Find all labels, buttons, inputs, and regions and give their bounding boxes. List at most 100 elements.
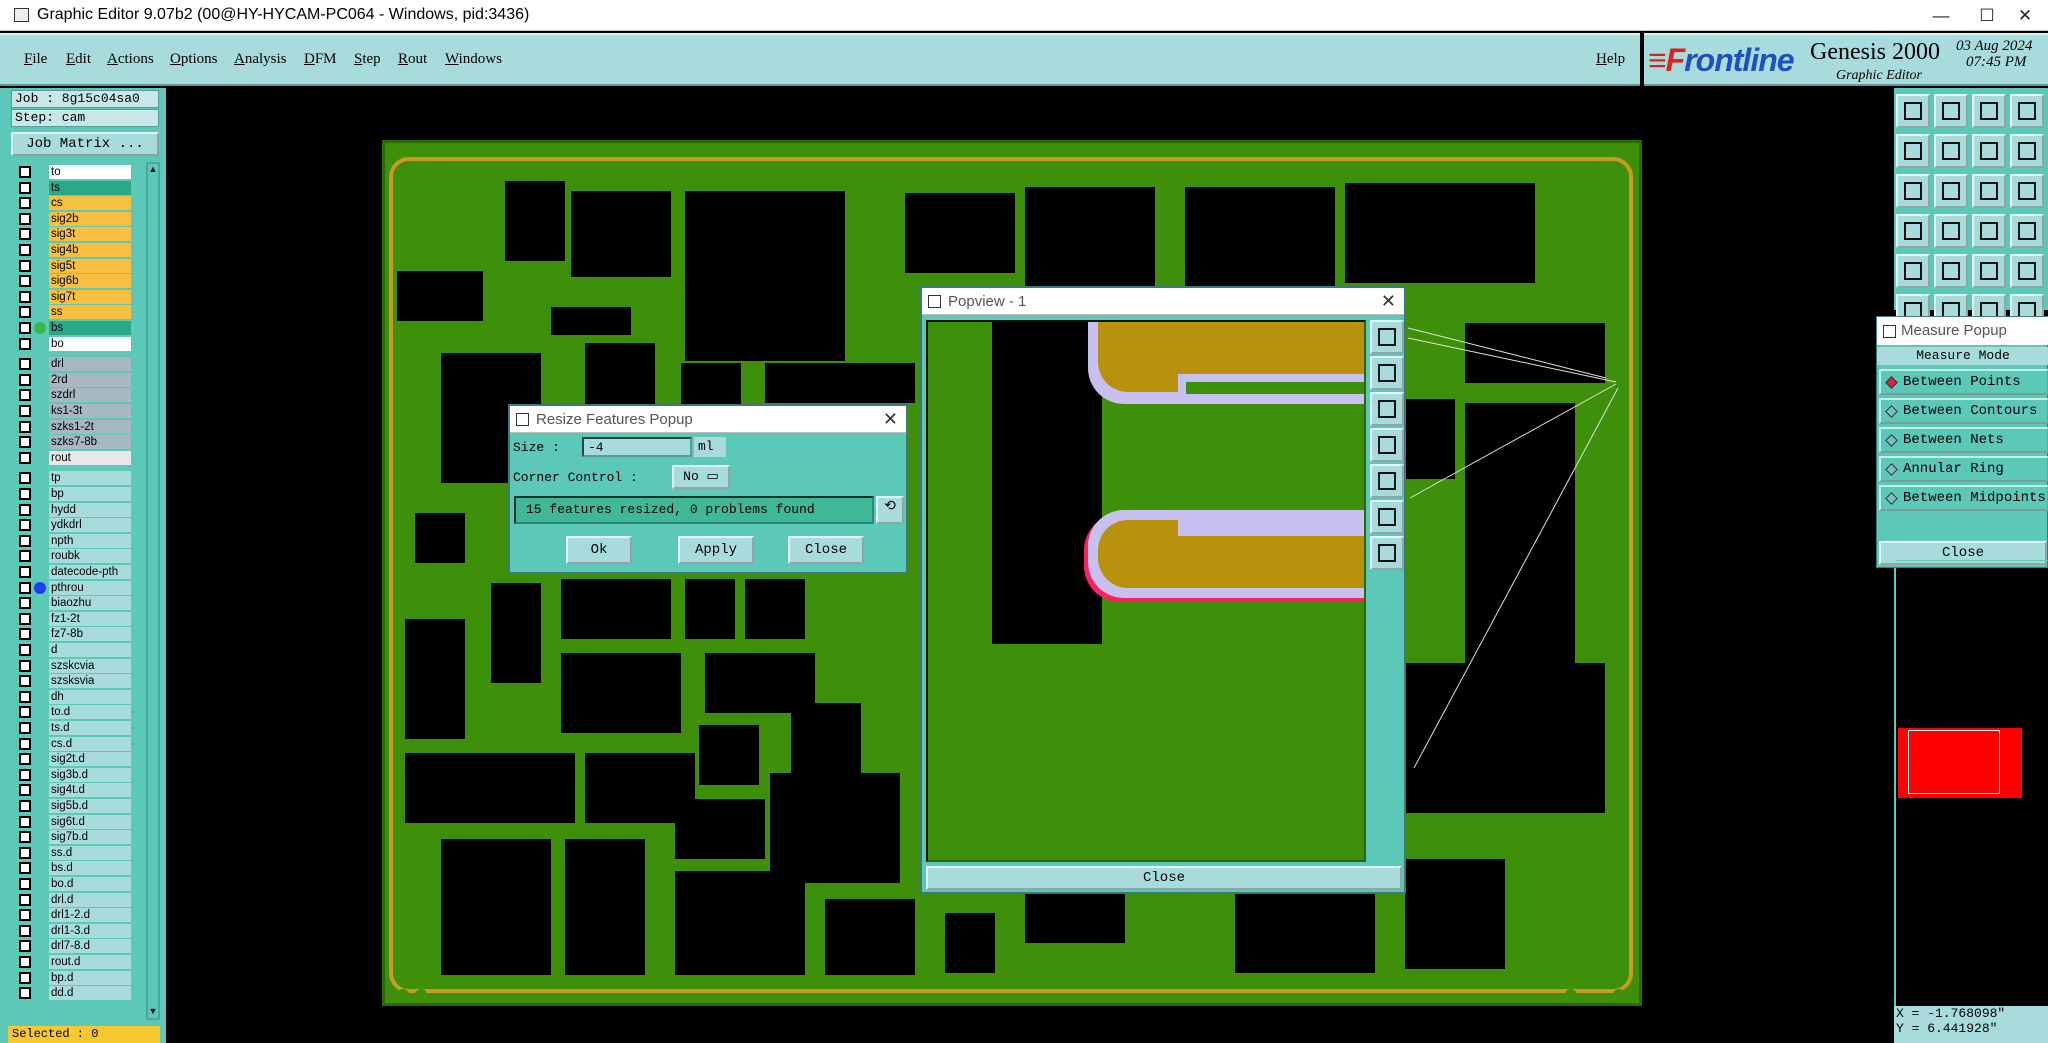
layer-name[interactable]: to.d <box>49 705 131 720</box>
layer-row[interactable]: d <box>11 642 133 658</box>
snap-icon[interactable] <box>2010 214 2044 248</box>
layer-row[interactable]: rout <box>11 450 133 466</box>
layer-name[interactable]: szdrl <box>49 388 131 403</box>
layer-row[interactable]: sig5t <box>11 258 133 274</box>
popview-canvas[interactable] <box>926 320 1366 862</box>
layer-name[interactable]: bs <box>49 321 131 335</box>
layer-row[interactable]: datecode-pth <box>11 564 133 580</box>
layer-name[interactable]: bp.d <box>49 970 131 985</box>
layer-checkbox[interactable] <box>19 472 31 485</box>
layer-checkbox[interactable] <box>19 534 31 547</box>
layer-checkbox[interactable] <box>19 259 31 272</box>
zoom-out-icon[interactable] <box>1370 392 1404 426</box>
layer-checkbox[interactable] <box>19 436 31 449</box>
measure-option[interactable]: Between Midpoints <box>1879 485 2048 511</box>
popview-titlebar[interactable]: Popview - 1 ✕ <box>922 288 1404 315</box>
split-icon[interactable] <box>2010 94 2044 128</box>
scale-icon[interactable] <box>1972 174 2006 208</box>
layer-checkbox[interactable] <box>19 181 31 194</box>
layer-name[interactable]: ks1-3t <box>49 404 131 418</box>
layer-checkbox[interactable] <box>19 753 31 766</box>
layer-name[interactable]: sig5b.d <box>49 799 131 813</box>
layer-row[interactable]: szks7-8b <box>11 434 133 450</box>
layer-row[interactable]: szdrl <box>11 387 133 403</box>
job-matrix-button[interactable]: Job Matrix ... <box>11 132 159 156</box>
draw-icon[interactable] <box>1934 254 1968 288</box>
layer-row[interactable]: to <box>11 164 133 180</box>
layer-name[interactable]: szskcvia <box>49 658 131 673</box>
layer-name[interactable]: datecode-pth <box>49 565 131 579</box>
layer-checkbox[interactable] <box>19 846 31 859</box>
layer-row[interactable]: bp.d <box>11 970 133 986</box>
layer-row[interactable]: ts <box>11 180 133 196</box>
menu-options[interactable]: Options <box>170 51 218 68</box>
menu-rout[interactable]: Rout <box>398 51 427 68</box>
layer-row[interactable]: ts.d <box>11 720 133 736</box>
layer-name[interactable]: drl1-2.d <box>49 908 131 923</box>
layer-name[interactable]: ss <box>49 305 131 320</box>
layer-name[interactable]: sig3b.d <box>49 767 131 782</box>
layer-checkbox[interactable] <box>19 909 31 922</box>
layer-row[interactable]: ss.d <box>11 845 133 861</box>
layer-name[interactable]: bs.d <box>49 861 131 876</box>
close-icon[interactable]: ✕ <box>883 409 898 430</box>
zoom-area-icon[interactable] <box>1370 500 1404 534</box>
layer-name[interactable]: bo.d <box>49 877 131 891</box>
zoom-home-icon[interactable] <box>1370 536 1404 570</box>
layer-name[interactable]: sig6b <box>49 274 131 289</box>
layer-name[interactable]: sig5t <box>49 258 131 273</box>
layer-name[interactable]: sig2b <box>49 211 131 226</box>
layer-name[interactable]: ts <box>49 180 131 195</box>
layer-row[interactable]: bs <box>11 320 133 336</box>
layer-name[interactable]: sig6t.d <box>49 814 131 829</box>
measure-option[interactable]: Between Nets <box>1879 427 2048 453</box>
layer-name[interactable]: 2rd <box>49 372 131 387</box>
menu-windows[interactable]: Windows <box>445 51 502 68</box>
measure-close-button[interactable]: Close <box>1879 541 2047 565</box>
layer-name[interactable]: biaozhu <box>49 596 131 611</box>
layer-checkbox[interactable] <box>19 800 31 812</box>
layer-row[interactable]: to.d <box>11 704 133 720</box>
layer-row[interactable]: sig6b <box>11 273 133 289</box>
layer-row[interactable]: drl1-3.d <box>11 923 133 939</box>
layer-checkbox[interactable] <box>19 862 31 875</box>
copy-icon[interactable] <box>1896 254 1930 288</box>
layer-row[interactable]: fz7-8b <box>11 626 133 642</box>
close-button[interactable]: Close <box>788 536 864 564</box>
layer-checkbox[interactable] <box>19 581 31 594</box>
overview-thumbnail[interactable] <box>1894 560 2048 1008</box>
layer-name[interactable]: szks1-2t <box>49 419 131 434</box>
layer-name[interactable]: bp <box>49 487 131 501</box>
layer-name[interactable]: cs <box>49 196 131 211</box>
layer-row[interactable]: sig7b.d <box>11 829 133 845</box>
layer-name[interactable]: sig3t <box>49 227 131 242</box>
layer-row[interactable]: bo.d <box>11 876 133 892</box>
layer-row[interactable]: ks1-3t <box>11 403 133 419</box>
layer-checkbox[interactable] <box>19 275 31 288</box>
layer-name[interactable]: szks7-8b <box>49 435 131 450</box>
minimize-button[interactable]: — <box>1916 2 1966 29</box>
history-icon[interactable]: ⟲ <box>876 496 904 524</box>
layer-row[interactable]: drl <box>11 356 133 372</box>
layer-row[interactable]: sig6t.d <box>11 814 133 830</box>
pan-icon[interactable] <box>1934 174 1968 208</box>
layer-checkbox[interactable] <box>19 244 31 256</box>
layer-name[interactable]: szsksvia <box>49 674 131 689</box>
menu-file[interactable]: File <box>24 51 47 68</box>
layer-checkbox[interactable] <box>19 706 31 719</box>
route-icon[interactable] <box>1972 134 2006 168</box>
layer-name[interactable]: npth <box>49 533 131 548</box>
layer-row[interactable]: sig4t.d <box>11 782 133 798</box>
layer-row[interactable]: sig7t <box>11 289 133 305</box>
layer-checkbox[interactable] <box>19 675 31 688</box>
layer-checkbox[interactable] <box>19 644 31 656</box>
layer-name[interactable]: drl7-8.d <box>49 939 131 954</box>
layer-checkbox[interactable] <box>19 166 31 178</box>
layer-checkbox[interactable] <box>19 197 31 210</box>
layer-checkbox[interactable] <box>19 358 31 371</box>
layer-name[interactable]: drl <box>49 357 131 372</box>
layer-row[interactable]: sig3t <box>11 226 133 242</box>
layer-row[interactable]: tp <box>11 470 133 486</box>
layer-row[interactable]: fz1-2t <box>11 611 133 627</box>
layer-row[interactable]: 2rd <box>11 372 133 388</box>
